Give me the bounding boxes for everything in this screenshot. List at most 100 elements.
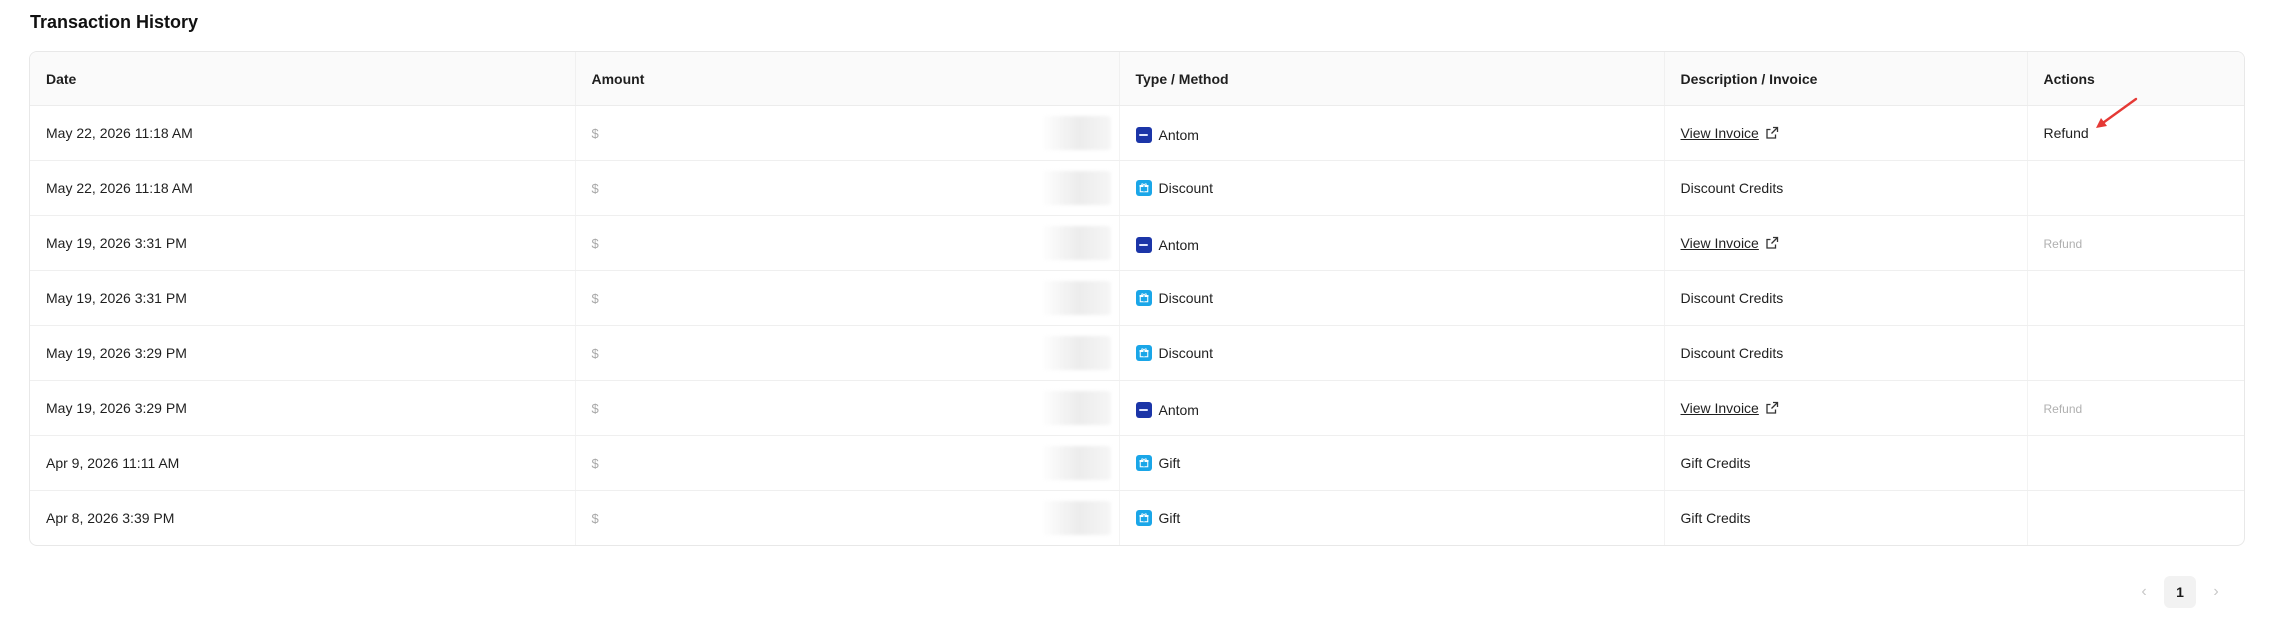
date-cell: May 19, 2026 3:29 PM	[30, 380, 576, 436]
description-text: Discount Credits	[1680, 345, 1784, 361]
description-cell: Discount Credits	[1664, 325, 2028, 381]
amount-value: $	[591, 181, 599, 196]
antom-icon	[1135, 127, 1152, 143]
actions-cell	[2027, 160, 2244, 216]
gift-icon	[1135, 454, 1152, 471]
view-invoice-link[interactable]: View Invoice	[1681, 400, 1779, 416]
amount-cell: $	[575, 435, 1120, 491]
transaction-table: Date Amount Type / Method Description / …	[29, 51, 2245, 546]
actions-cell	[2027, 435, 2244, 491]
payment-method-label: Gift	[1158, 509, 1181, 526]
table-row: May 19, 2026 3:29 PM $ Antom View Invoice Re…	[30, 380, 2244, 436]
actions-cell	[2027, 325, 2244, 381]
payment-method-label: Antom	[1158, 237, 1199, 253]
view-invoice-label: View Invoice	[1680, 125, 1759, 141]
description-cell: View Invoice	[1664, 105, 2028, 161]
chevron-right-icon[interactable]: ›	[2206, 582, 2226, 602]
payment-method: Antom	[1135, 127, 1199, 143]
view-invoice-label: View Invoice	[1680, 235, 1759, 251]
description-cell: View Invoice	[1664, 380, 2028, 436]
amount-value: $	[591, 291, 599, 306]
redacted-amount	[1040, 226, 1111, 260]
payment-method-label: Gift	[1158, 454, 1181, 471]
payment-method: Discount	[1135, 289, 1213, 306]
type-method-cell: Discount	[1119, 270, 1665, 326]
payment-method: Antom	[1135, 402, 1199, 418]
date-cell: Apr 9, 2026 11:11 AM	[30, 435, 576, 491]
table-row: May 19, 2026 3:29 PM $ Discount Discount Cr…	[30, 325, 2244, 381]
table-row: May 22, 2026 11:18 AM $ Discount Discount C…	[30, 160, 2244, 216]
date-cell: May 22, 2026 11:18 AM	[30, 160, 576, 216]
amount-value: $	[591, 401, 599, 416]
amount-cell: $	[575, 160, 1120, 216]
type-method-cell: Antom	[1119, 215, 1665, 271]
date-cell: Apr 8, 2026 3:39 PM	[30, 490, 576, 545]
actions-cell	[2027, 491, 2244, 546]
type-method-cell: Gift	[1119, 490, 1665, 545]
table-header-row: Date Amount Type / Method Description / …	[30, 52, 2244, 106]
payment-method-label: Discount	[1158, 344, 1213, 361]
payment-method: Gift	[1135, 509, 1181, 526]
description-text: Discount Credits	[1680, 180, 1784, 196]
description-cell: Gift Credits	[1664, 435, 2028, 491]
pagination: ‹ 1 ›	[2134, 576, 2226, 608]
amount-value: $	[591, 456, 599, 471]
view-invoice-label: View Invoice	[1680, 400, 1759, 416]
amount-value: $	[591, 346, 599, 361]
description-text: Gift Credits	[1680, 455, 1751, 471]
refund-button[interactable]: Refund	[2044, 125, 2089, 141]
date-cell: May 22, 2026 11:18 AM	[30, 105, 576, 161]
payment-method: Discount	[1135, 179, 1213, 196]
type-method-cell: Discount	[1119, 325, 1665, 381]
page-number-button[interactable]: 1	[2164, 576, 2196, 608]
table-row: May 22, 2026 11:18 AM $ Antom View Invoice R…	[30, 105, 2244, 161]
description-cell: Discount Credits	[1664, 270, 2028, 326]
date-cell: May 19, 2026 3:31 PM	[30, 215, 576, 271]
gift-icon	[1135, 344, 1152, 361]
column-header-date: Date	[30, 52, 576, 106]
amount-cell: $	[575, 215, 1120, 271]
redacted-amount	[1040, 116, 1111, 150]
external-link-icon	[1765, 401, 1779, 415]
column-header-amount: Amount	[575, 52, 1120, 106]
payment-method-label: Discount	[1158, 289, 1213, 306]
view-invoice-link[interactable]: View Invoice	[1681, 235, 1779, 251]
redacted-amount	[1040, 336, 1111, 370]
actions-cell	[2027, 270, 2244, 326]
description-cell: Gift Credits	[1664, 490, 2028, 545]
redacted-amount	[1040, 171, 1111, 205]
antom-icon	[1135, 402, 1152, 418]
annotation-arrow-icon	[2096, 97, 2138, 128]
chevron-left-icon[interactable]: ‹	[2134, 582, 2154, 602]
amount-value: $	[591, 126, 599, 141]
payment-method: Discount	[1135, 344, 1213, 361]
date-cell: May 19, 2026 3:31 PM	[30, 270, 576, 326]
view-invoice-link[interactable]: View Invoice	[1681, 125, 1779, 141]
redacted-amount	[1040, 501, 1111, 535]
column-header-type-method: Type / Method	[1119, 52, 1665, 106]
type-method-cell: Antom	[1119, 105, 1665, 161]
table-row: May 19, 2026 3:31 PM $ Antom View Invoice Re…	[30, 215, 2244, 271]
table-row: May 19, 2026 3:31 PM $ Discount Discount Cr…	[30, 270, 2244, 326]
amount-cell: $	[575, 325, 1120, 381]
gift-icon	[1135, 509, 1152, 526]
amount-value: $	[591, 511, 599, 526]
external-link-icon	[1765, 236, 1779, 250]
amount-cell: $	[575, 380, 1120, 436]
table-row: Apr 8, 2026 3:39 PM $ Gift Gift Credits	[30, 490, 2244, 546]
page-title: Transaction History	[30, 12, 199, 32]
actions-cell: Refund	[2027, 215, 2244, 271]
date-cell: May 19, 2026 3:29 PM	[30, 325, 576, 381]
payment-method-label: Discount	[1158, 179, 1213, 196]
type-method-cell: Discount	[1119, 160, 1665, 216]
amount-value: $	[591, 236, 599, 251]
actions-cell: Refund	[2027, 380, 2244, 436]
refund-button: Refund	[2043, 402, 2083, 416]
redacted-amount	[1040, 281, 1111, 315]
type-method-cell: Antom	[1119, 380, 1665, 436]
description-cell: View Invoice	[1664, 215, 2028, 271]
antom-icon	[1135, 237, 1152, 253]
payment-method: Antom	[1135, 237, 1199, 253]
description-text: Gift Credits	[1680, 510, 1751, 526]
payment-method-label: Antom	[1158, 402, 1199, 418]
